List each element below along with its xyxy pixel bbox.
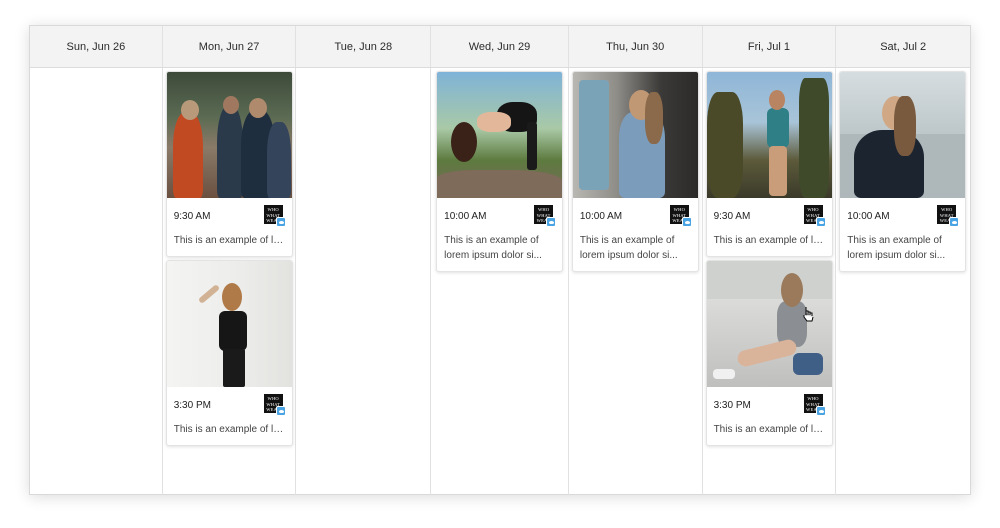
post-image — [572, 72, 698, 198]
post-text: This is an example of lorem ipsum dolor … — [847, 235, 946, 261]
twitter-icon — [546, 217, 557, 227]
day-column-tue[interactable] — [296, 68, 432, 495]
post-time: 10:00 AM — [579, 211, 623, 222]
day-column-thu[interactable]: 10:00 AM WHO WHAT WEAR This is an example … — [569, 68, 703, 495]
day-header-sat: Sat, Jul 2 — [880, 41, 927, 53]
post-time: 10:00 AM — [847, 211, 890, 222]
twitter-icon — [949, 217, 960, 227]
twitter-icon — [815, 217, 826, 227]
post-text: This is an example of lorem ipsum dolor … — [444, 235, 542, 261]
post-text: This is an example of lorem ipsum dolor … — [173, 424, 292, 435]
post-time: 10:00 AM — [444, 211, 487, 222]
post-card[interactable]: 10:00 AM WHO WHAT WEAR This is an example … — [571, 71, 699, 272]
account-badge: WHO WHAT WEAR — [534, 205, 557, 227]
post-card[interactable]: 9:30 AM WHO WHAT WEAR This is an example o… — [165, 71, 293, 257]
hand-cursor-icon — [803, 307, 814, 322]
post-image — [706, 261, 832, 387]
account-badge: WHO WHAT WEAR — [263, 205, 286, 227]
post-image — [706, 72, 832, 198]
day-column-wed[interactable]: 10:00 AM WHO WHAT WEAR This is an example … — [431, 68, 569, 495]
day-header-sun: Sun, Jun 26 — [30, 26, 163, 67]
account-badge: WHO WHAT WEAR — [803, 205, 826, 227]
day-header-fri: Fri, Jul 1 — [703, 26, 837, 67]
post-time: 3:30 PM — [713, 400, 751, 411]
day-column-sun[interactable] — [30, 68, 163, 495]
twitter-icon — [275, 217, 286, 227]
calendar-body: 9:30 AM WHO WHAT WEAR This is an example o… — [30, 68, 970, 495]
post-card[interactable]: 10:00 AM WHO WHAT WEAR This is an example … — [436, 71, 564, 272]
day-header-tue: Tue, Jun 28 — [296, 26, 432, 67]
post-text: This is an example of lorem ipsum dolor … — [713, 424, 832, 435]
post-card[interactable]: 3:30 PM WHO WHAT WEAR This is an example o… — [705, 260, 833, 446]
calendar-header: Sun, Jun 26 Mon, Jun 27 Tue, Jun 28 Wed,… — [30, 26, 970, 68]
day-column-fri[interactable]: 9:30 AM WHO WHAT WEAR This is an example o… — [703, 68, 837, 495]
post-card[interactable]: 9:30 AM WHO WHAT WEAR This is an example o… — [705, 71, 833, 257]
account-badge: WHO WHAT WEAR — [669, 205, 692, 227]
post-card[interactable]: 3:30 PM WHO WHAT WEAR This is an example o… — [165, 260, 293, 446]
post-image — [166, 72, 292, 198]
post-time: 9:30 AM — [713, 211, 751, 222]
account-badge: WHO WHAT WEAR — [263, 394, 286, 416]
post-card[interactable]: 10:00 AM WHO WHAT WEAR This is an example … — [839, 71, 967, 272]
twitter-icon — [681, 217, 692, 227]
day-header-thu: Thu, Jun 30 — [569, 26, 703, 67]
day-header-mon: Mon, Jun 27 — [163, 26, 297, 67]
post-text: This is an example of lorem ipsum dolor … — [579, 235, 678, 261]
account-badge: WHO WHAT WEAR — [803, 394, 826, 416]
post-text: This is an example of lorem ipsum dolor … — [713, 235, 832, 246]
account-badge: WHO WHAT WEAR — [937, 205, 960, 227]
post-image — [437, 72, 563, 198]
post-image — [840, 72, 966, 198]
post-time: 9:30 AM — [173, 211, 211, 222]
day-column-mon[interactable]: 9:30 AM WHO WHAT WEAR This is an example o… — [163, 68, 297, 495]
post-text: This is an example of lorem ipsum dolor … — [173, 235, 292, 246]
post-time: 3:30 PM — [173, 400, 211, 411]
post-image — [166, 261, 292, 387]
twitter-icon — [815, 406, 826, 416]
weekly-calendar: Sun, Jun 26 Mon, Jun 27 Tue, Jun 28 Wed,… — [29, 25, 971, 495]
day-column-sat[interactable]: 10:00 AM WHO WHAT WEAR This is an example … — [836, 68, 970, 495]
day-header-wed: Wed, Jun 29 — [431, 26, 569, 67]
twitter-icon — [275, 406, 286, 416]
